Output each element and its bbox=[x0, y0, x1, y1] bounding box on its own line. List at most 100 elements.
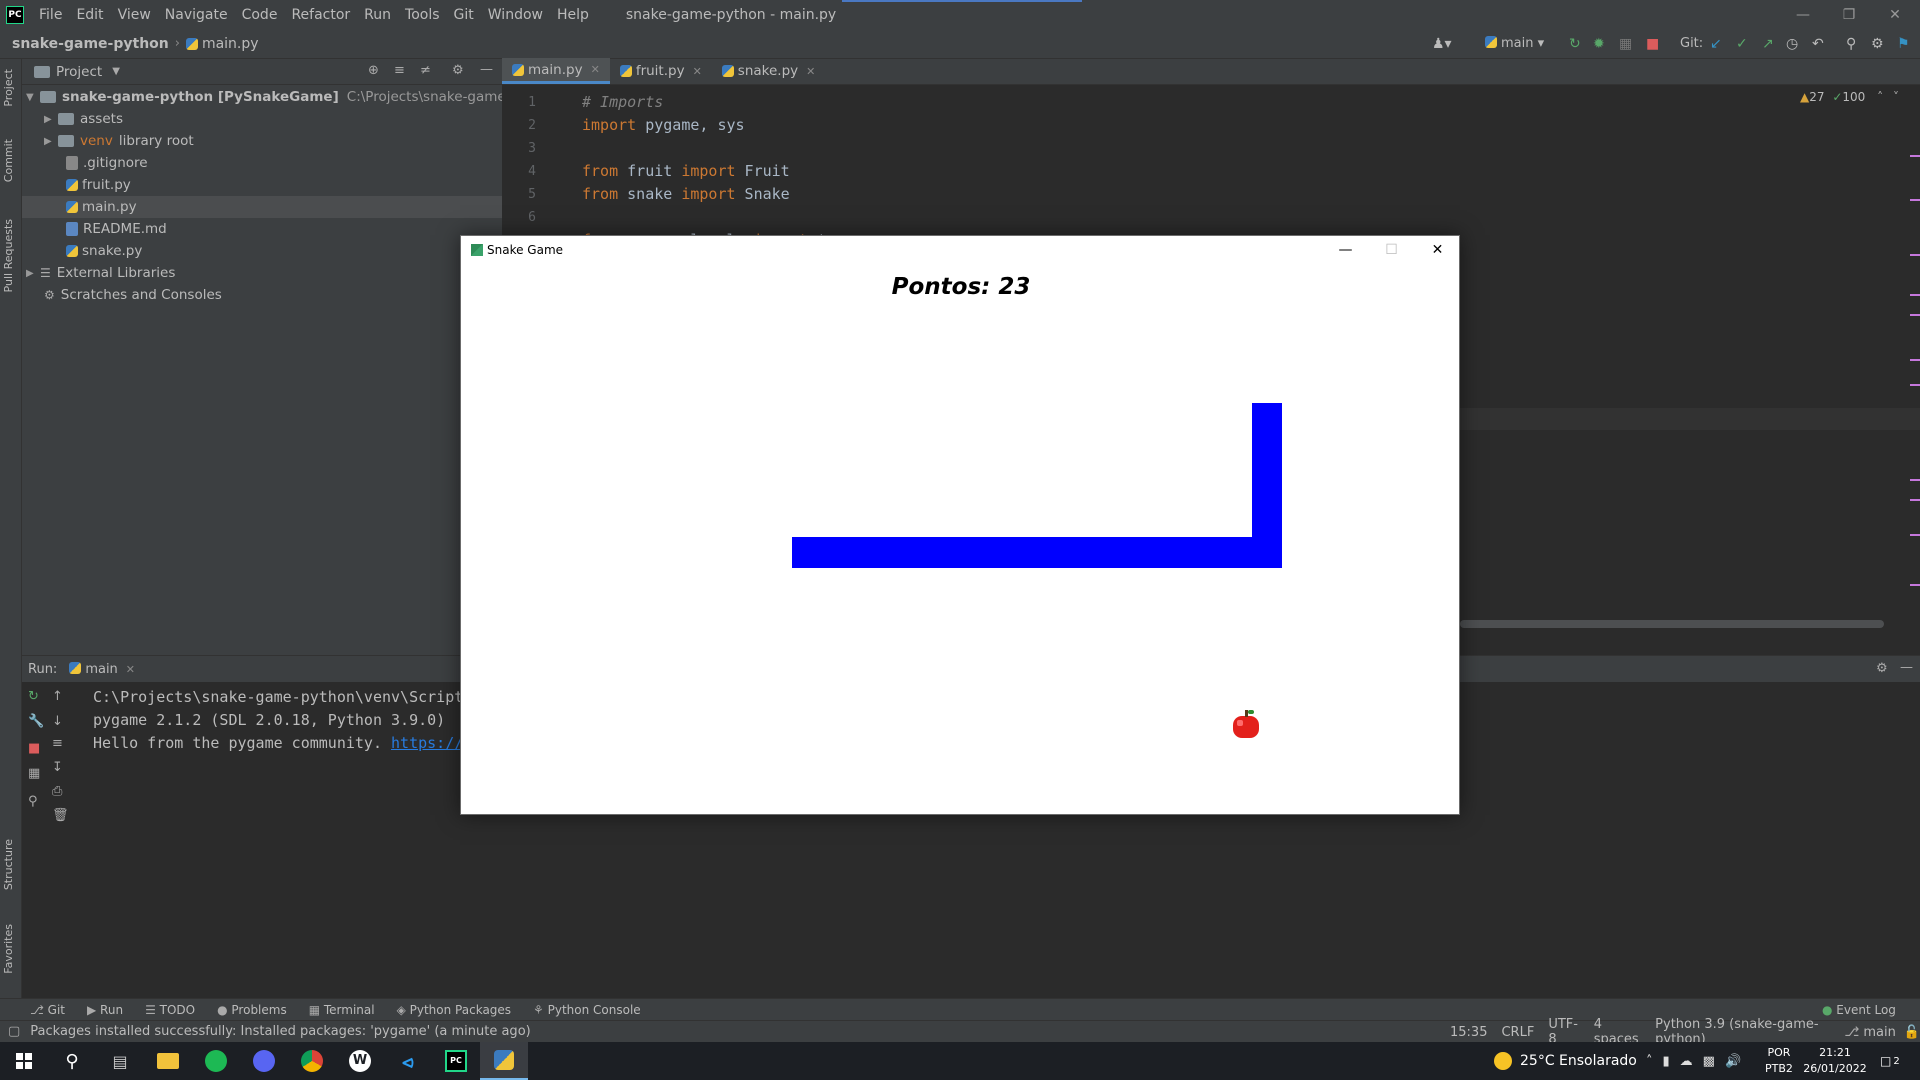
menu-run[interactable]: Run bbox=[357, 7, 398, 23]
run-settings-icon[interactable]: ⚙ bbox=[1876, 661, 1888, 676]
error-stripe-mark[interactable] bbox=[1910, 199, 1920, 201]
tree-item-main[interactable]: main.py bbox=[22, 196, 502, 218]
chevron-down-icon[interactable]: ▼ bbox=[112, 66, 120, 77]
tab-todo[interactable]: ☰ TODO bbox=[145, 1003, 195, 1017]
menu-edit[interactable]: Edit bbox=[69, 7, 110, 23]
scroll-down-icon[interactable]: ↓ bbox=[52, 714, 63, 729]
onedrive-icon[interactable]: ☁ bbox=[1680, 1054, 1693, 1069]
error-stripe-mark[interactable] bbox=[1910, 499, 1920, 501]
error-stripe-mark[interactable] bbox=[1910, 384, 1920, 386]
git-update-icon[interactable]: ↙ bbox=[1710, 36, 1722, 52]
vscode-icon[interactable]: ⪦ bbox=[384, 1042, 432, 1080]
word-icon[interactable]: W bbox=[336, 1042, 384, 1080]
tab-terminal[interactable]: ▦ Terminal bbox=[309, 1003, 375, 1017]
hide-panel-icon[interactable]: — bbox=[1900, 660, 1913, 675]
search-icon[interactable]: ⚲ bbox=[48, 1042, 96, 1080]
menu-refactor[interactable]: Refactor bbox=[284, 7, 357, 23]
menu-file[interactable]: File bbox=[32, 7, 69, 23]
layout-icon[interactable]: ▦ bbox=[28, 766, 40, 781]
user-icon[interactable]: ♟▾ bbox=[1432, 36, 1452, 52]
pycharm-icon[interactable]: PC bbox=[432, 1042, 480, 1080]
code-line[interactable]: from fruit import Fruit bbox=[582, 162, 790, 180]
close-tab-icon[interactable]: ✕ bbox=[126, 663, 135, 676]
tree-item-scratches[interactable]: ⚙ Scratches and Consoles bbox=[44, 284, 222, 306]
rerun-icon[interactable]: ↻ bbox=[1569, 36, 1581, 52]
expand-arrow-icon[interactable]: ▶ bbox=[44, 114, 58, 125]
menu-tools[interactable]: Tools bbox=[398, 7, 447, 23]
error-stripe-mark[interactable] bbox=[1910, 314, 1920, 316]
status-layout-icon[interactable]: ▢ bbox=[8, 1024, 20, 1039]
spotify-icon[interactable] bbox=[192, 1042, 240, 1080]
menu-view[interactable]: View bbox=[111, 7, 158, 23]
rerun-icon[interactable]: ↻ bbox=[28, 689, 39, 704]
tree-item-external-libraries[interactable]: ▶ ☰ External Libraries bbox=[26, 262, 175, 284]
error-stripe-mark[interactable] bbox=[1910, 254, 1920, 256]
chevron-down-icon[interactable]: ˅ bbox=[1893, 90, 1899, 104]
tree-item-snake[interactable]: snake.py bbox=[66, 240, 142, 262]
rollback-icon[interactable]: ↶ bbox=[1812, 36, 1824, 52]
error-stripe-mark[interactable] bbox=[1910, 534, 1920, 536]
network-icon[interactable]: ▩ bbox=[1703, 1054, 1715, 1069]
history-icon[interactable]: ◷ bbox=[1786, 36, 1798, 52]
error-stripe-mark[interactable] bbox=[1910, 359, 1920, 361]
restore-icon[interactable]: ❐ bbox=[1826, 0, 1872, 29]
tab-run[interactable]: ▶ Run bbox=[87, 1003, 123, 1017]
error-stripe-mark[interactable] bbox=[1910, 584, 1920, 586]
inspection-widget[interactable]: ▲27 ✓100 ˄ ˅ bbox=[1800, 90, 1899, 104]
python-app-icon[interactable] bbox=[480, 1042, 528, 1080]
tree-item-readme[interactable]: README.md bbox=[66, 218, 167, 240]
tab-python-console[interactable]: ⚘ Python Console bbox=[533, 1003, 641, 1017]
file-explorer-icon[interactable] bbox=[144, 1042, 192, 1080]
tab-problems[interactable]: ● Problems bbox=[217, 1003, 287, 1017]
git-commit-icon[interactable]: ✓ bbox=[1736, 36, 1748, 52]
commit-tool-tab[interactable]: Commit bbox=[2, 139, 15, 182]
console-line[interactable]: pygame 2.1.2 (SDL 2.0.18, Python 3.9.0) bbox=[93, 711, 445, 729]
console-link[interactable]: https:// bbox=[391, 734, 463, 752]
chevron-up-icon[interactable]: ˄ bbox=[1877, 90, 1883, 104]
error-stripe-mark[interactable] bbox=[1910, 155, 1920, 157]
wrench-icon[interactable]: 🔧 bbox=[28, 714, 44, 729]
task-view-icon[interactable]: ▤ bbox=[96, 1042, 144, 1080]
tab-python-packages[interactable]: ◈ Python Packages bbox=[397, 1003, 511, 1017]
menu-navigate[interactable]: Navigate bbox=[158, 7, 235, 23]
tab-main-py[interactable]: main.py ✕ bbox=[502, 58, 610, 84]
project-tool-tab[interactable]: Project bbox=[2, 69, 15, 107]
language-indicator[interactable]: POR PTB2 bbox=[1765, 1042, 1793, 1080]
stop-icon[interactable]: ■ bbox=[28, 741, 40, 756]
settings-gear-icon[interactable]: ⚙ bbox=[1871, 36, 1884, 52]
chrome-icon[interactable] bbox=[288, 1042, 336, 1080]
run-config-selector[interactable]: main ▾ bbox=[1485, 36, 1544, 51]
minimize-icon[interactable]: — bbox=[1780, 0, 1826, 29]
expand-arrow-icon[interactable]: ▼ bbox=[26, 92, 40, 103]
console-line[interactable]: C:\Projects\snake-game-python\venv\Scrip… bbox=[93, 688, 463, 706]
project-view-label[interactable]: Project bbox=[56, 64, 102, 80]
console-line[interactable]: Hello from the pygame community. https:/… bbox=[93, 734, 463, 752]
git-branch[interactable]: main bbox=[1863, 1025, 1895, 1040]
line-separator[interactable]: CRLF bbox=[1501, 1025, 1534, 1040]
lock-icon[interactable]: 🔓 bbox=[1904, 1025, 1920, 1040]
breadcrumb-project[interactable]: snake-game-python bbox=[12, 36, 169, 52]
volume-icon[interactable]: 🔊 bbox=[1725, 1054, 1741, 1069]
scroll-up-icon[interactable]: ↑ bbox=[52, 689, 63, 704]
code-line[interactable]: # Imports bbox=[582, 93, 663, 111]
run-tab[interactable]: main ✕ bbox=[69, 661, 135, 677]
soft-wrap-icon[interactable]: ≡ bbox=[52, 736, 63, 751]
git-push-icon[interactable]: ↗ bbox=[1762, 36, 1774, 52]
menu-window[interactable]: Window bbox=[481, 7, 550, 23]
menu-help[interactable]: Help bbox=[550, 7, 596, 23]
hide-panel-icon[interactable]: — bbox=[480, 62, 493, 77]
coverage-icon[interactable]: ▦ bbox=[1619, 36, 1632, 52]
close-icon[interactable]: ✕ bbox=[1872, 0, 1918, 29]
caret-position[interactable]: 15:35 bbox=[1450, 1025, 1487, 1040]
panel-settings-icon[interactable]: ⚙ bbox=[452, 63, 464, 78]
collapse-all-icon[interactable]: ≠ bbox=[420, 63, 431, 78]
tray-chevron-up-icon[interactable]: ˄ bbox=[1646, 1054, 1653, 1069]
status-message[interactable]: Packages installed successfully: Install… bbox=[30, 1024, 530, 1039]
tree-item-fruit[interactable]: fruit.py bbox=[66, 174, 131, 196]
favorites-tool-tab[interactable]: Favorites bbox=[2, 924, 15, 974]
expand-arrow-icon[interactable]: ▶ bbox=[44, 136, 58, 147]
structure-tool-tab[interactable]: Structure bbox=[2, 839, 15, 890]
tree-item-venv[interactable]: ▶ venv library root bbox=[44, 130, 194, 152]
horizontal-scrollbar[interactable] bbox=[1460, 620, 1884, 628]
tab-git[interactable]: ⎇ Git bbox=[30, 1003, 65, 1017]
